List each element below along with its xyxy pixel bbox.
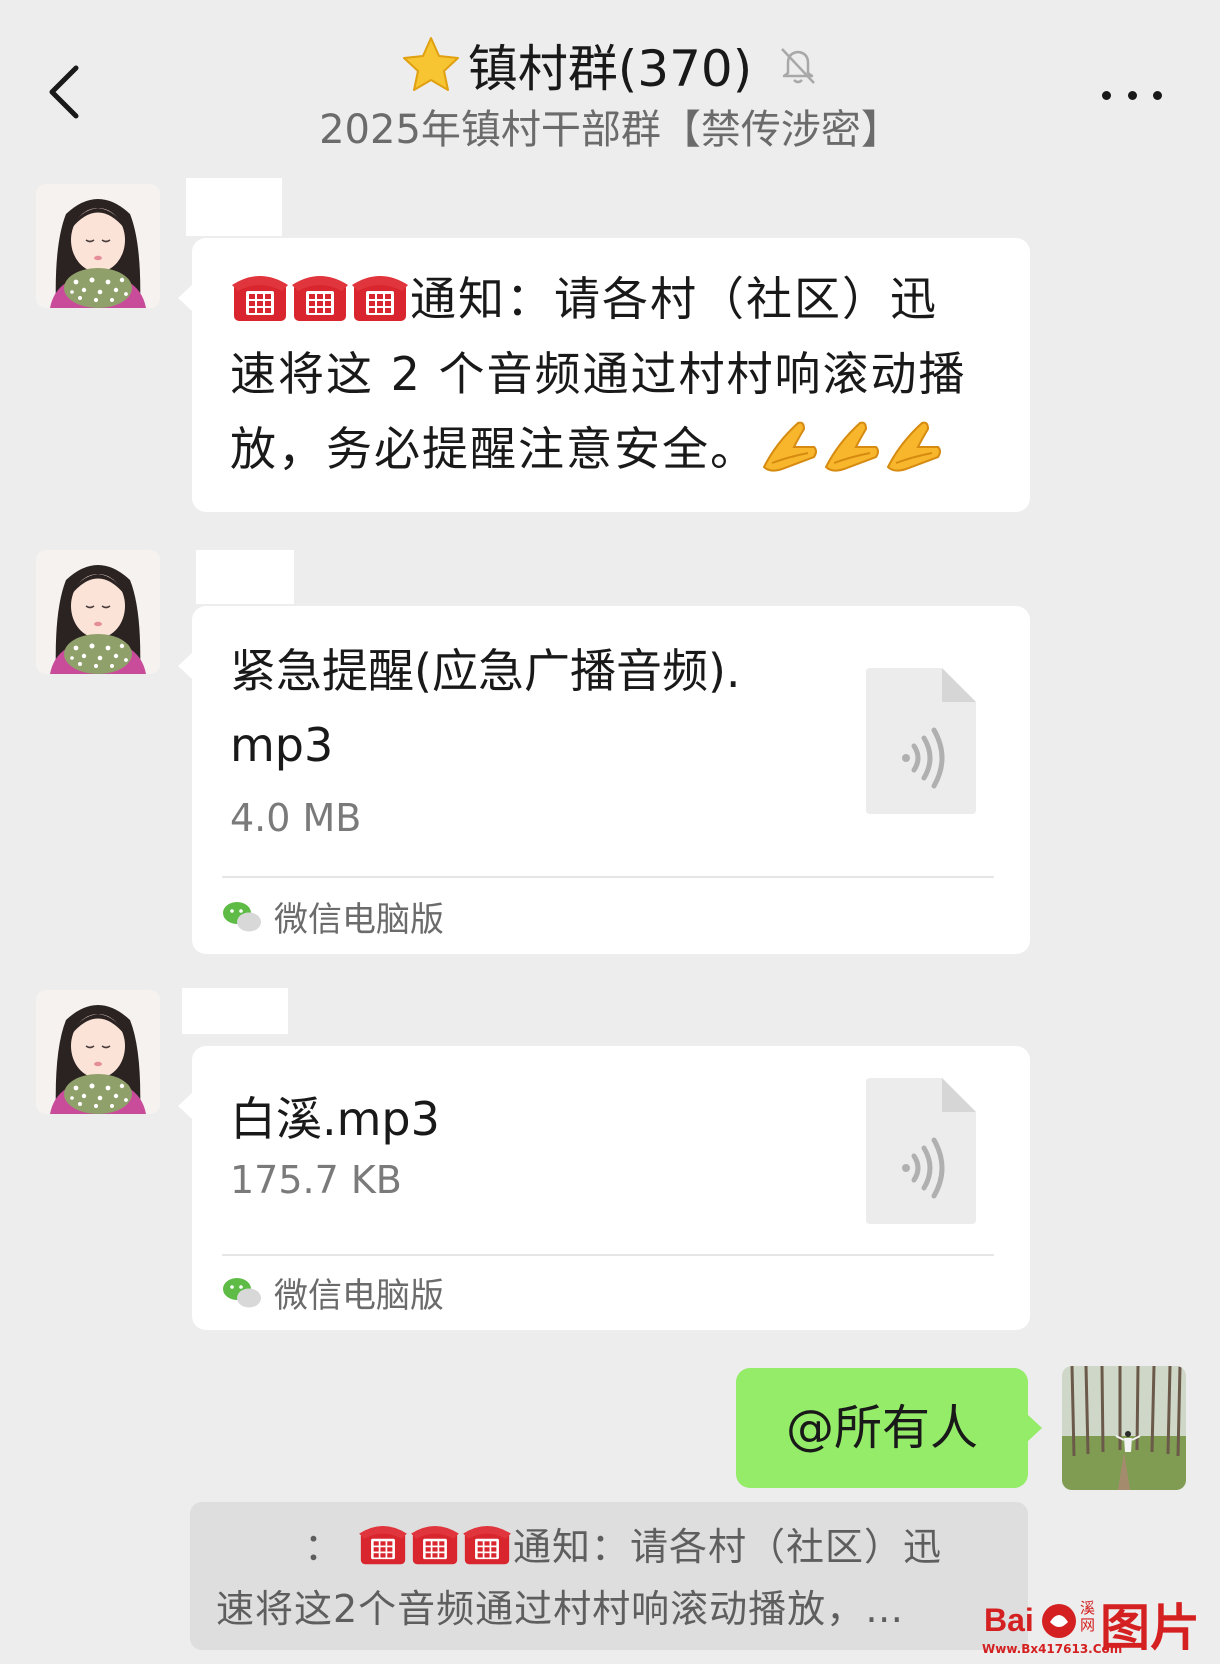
telephone-icon <box>352 276 408 321</box>
dot-icon <box>1153 90 1162 100</box>
message-line: 放，务必提醒注意安全。 <box>230 422 758 476</box>
message-text: 通知：请各村（社区）迅 速将这 2 个音频通过村村响滚动播 放，务必提醒注意安全… <box>192 238 1030 511</box>
watermark-emblem-icon <box>1042 1604 1076 1638</box>
star-icon <box>402 37 459 91</box>
file-source: 微信电脑版 <box>222 1268 444 1317</box>
file-message-bubble[interactable]: 紧急提醒(应急广播音频). mp3 4.0 MB 微信电脑版 <box>178 606 1030 954</box>
girl-avatar-icon <box>36 990 160 1114</box>
telephone-icon <box>463 1525 511 1565</box>
sender-name-redacted <box>186 178 282 236</box>
message-line: 通知：请各村（社区）迅 <box>410 272 938 326</box>
file-size: 4.0 MB <box>230 796 362 840</box>
wechat-icon <box>223 901 261 931</box>
quoted-message[interactable]: ： 通知：请各村（社区）迅 速将这2个音频通过村村响滚动播放，… <box>190 1502 1028 1650</box>
more-options-button[interactable] <box>1102 80 1162 110</box>
file-name: 紧急提醒(应急广播音频). mp3 <box>230 634 810 782</box>
file-name-line: mp3 <box>230 718 334 772</box>
mute-bell-icon <box>781 48 816 84</box>
title-block: 镇村群(370) 2025年镇村干部群【禁传涉密】 <box>0 30 1220 158</box>
chat-subtitle: 2025年镇村干部群【禁传涉密】 <box>319 107 901 153</box>
self-avatar[interactable] <box>1062 1366 1186 1490</box>
sender-name-redacted <box>196 550 294 604</box>
message-text: @所有人 <box>785 1400 978 1456</box>
divider <box>222 1254 994 1256</box>
sender-avatar[interactable] <box>36 184 160 308</box>
message-line: 速将这 2 个音频通过村村响滚动播 <box>230 347 967 401</box>
file-source: 微信电脑版 <box>222 892 444 941</box>
telephone-icon <box>292 276 348 321</box>
audio-file-icon <box>866 1078 976 1224</box>
audio-file-icon <box>866 668 976 814</box>
chat-title: 镇村群(370) <box>467 40 753 98</box>
dot-icon <box>1102 90 1111 100</box>
divider <box>222 876 994 878</box>
sender-avatar[interactable] <box>36 550 160 674</box>
file-message-bubble[interactable]: 白溪.mp3 175.7 KB 微信电脑版 <box>178 1046 1030 1330</box>
self-message-bubble[interactable]: @所有人 <box>736 1368 1042 1488</box>
wechat-icon <box>223 1277 261 1307</box>
file-source-label: 微信电脑版 <box>274 1276 444 1316</box>
message-bubble[interactable]: 通知：请各村（社区）迅 速将这 2 个音频通过村村响滚动播 放，务必提醒注意安全… <box>178 238 1030 512</box>
telephone-icon <box>232 276 288 321</box>
dot-icon <box>1127 90 1137 100</box>
folded-hands-icon <box>762 421 817 472</box>
quote-line: 速将这2个音频通过村村响滚动播放，… <box>216 1587 905 1631</box>
file-source-label: 微信电脑版 <box>274 900 444 940</box>
chat-title-line: 镇村群(370) <box>400 30 820 100</box>
chat-header: 镇村群(370) 2025年镇村干部群【禁传涉密】 <box>0 0 1220 168</box>
file-name-line: 紧急提醒(应急广播音频). <box>230 644 741 698</box>
sender-name-redacted <box>182 988 288 1034</box>
girl-avatar-icon <box>36 550 160 674</box>
file-size: 175.7 KB <box>230 1158 402 1202</box>
telephone-icon <box>359 1525 407 1565</box>
quote-line: 通知：请各村（社区）迅 <box>513 1525 943 1569</box>
forest-photo-avatar-icon <box>1062 1366 1186 1490</box>
girl-avatar-icon <box>36 184 160 308</box>
watermark-label: 图片 <box>1100 1599 1200 1657</box>
quote-prefix: ： <box>304 1525 344 1569</box>
folded-hands-icon <box>886 421 941 472</box>
sender-avatar[interactable] <box>36 990 160 1114</box>
watermark-logo: Bai 溪网 Www.Bx417613.Com 图片 <box>980 1594 1210 1664</box>
folded-hands-icon <box>824 421 879 472</box>
telephone-icon <box>411 1525 459 1565</box>
watermark-brand: Bai <box>984 1602 1034 1638</box>
file-name: 白溪.mp3 <box>230 1092 440 1146</box>
watermark-side: 溪网 <box>1080 1599 1096 1634</box>
